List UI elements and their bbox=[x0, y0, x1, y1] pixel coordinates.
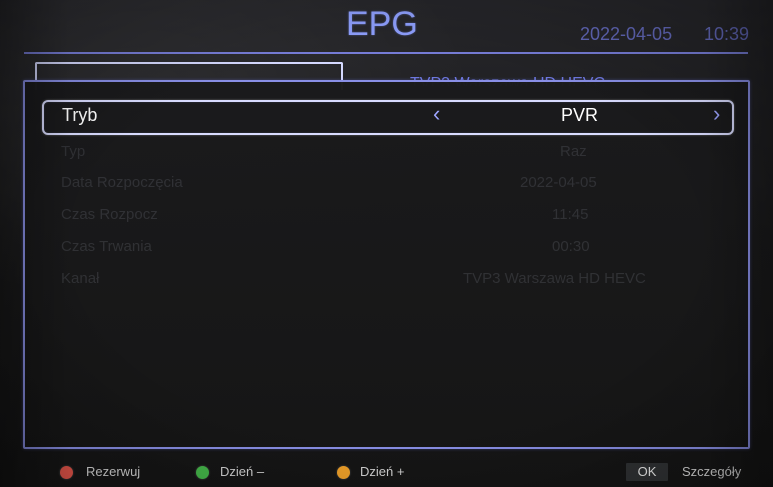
epg-reservation-screen: EPG 2022-04-05 10:39 TVP3 Warszawa HD HE… bbox=[0, 0, 773, 487]
chevron-left-icon[interactable]: ‹ bbox=[433, 102, 440, 126]
details-action-label: Szczegóły bbox=[682, 464, 742, 479]
ok-button[interactable]: OK bbox=[626, 463, 668, 481]
mode-value: PVR bbox=[561, 105, 599, 125]
previous-day-action-label: Dzień – bbox=[220, 464, 265, 479]
field-label-duration: Czas Trwania bbox=[61, 238, 152, 255]
header-time: 10:39 bbox=[704, 24, 750, 44]
header-date: 2022-04-05 bbox=[580, 24, 673, 44]
green-button-icon bbox=[196, 466, 209, 479]
red-button-icon bbox=[60, 466, 73, 479]
yellow-button-icon bbox=[337, 466, 350, 479]
field-value-channel: TVP3 Warszawa HD HEVC bbox=[463, 270, 646, 287]
field-label-start-date: Data Rozpoczęcia bbox=[61, 174, 183, 191]
field-value-start-date: 2022-04-05 bbox=[520, 174, 597, 191]
field-value-start-time: 11:45 bbox=[552, 206, 589, 223]
field-value-duration: 00:30 bbox=[552, 238, 590, 255]
field-label-channel: Kanał bbox=[61, 270, 100, 287]
page-title: EPG bbox=[346, 5, 418, 43]
mode-label: Tryb bbox=[62, 105, 98, 125]
next-day-action-label: Dzień + bbox=[360, 464, 405, 479]
mode-selector-row[interactable] bbox=[42, 100, 734, 135]
field-label-type: Typ bbox=[61, 143, 86, 160]
field-value-type: Raz bbox=[560, 143, 587, 160]
epg-header: EPG 2022-04-05 10:39 bbox=[0, 0, 773, 55]
chevron-right-icon[interactable]: › bbox=[713, 102, 720, 126]
reservation-dialog bbox=[23, 80, 750, 449]
reserve-action-label: Rezerwuj bbox=[86, 464, 141, 479]
header-divider bbox=[24, 52, 748, 54]
field-label-start-time: Czas Rozpocz bbox=[61, 206, 158, 223]
